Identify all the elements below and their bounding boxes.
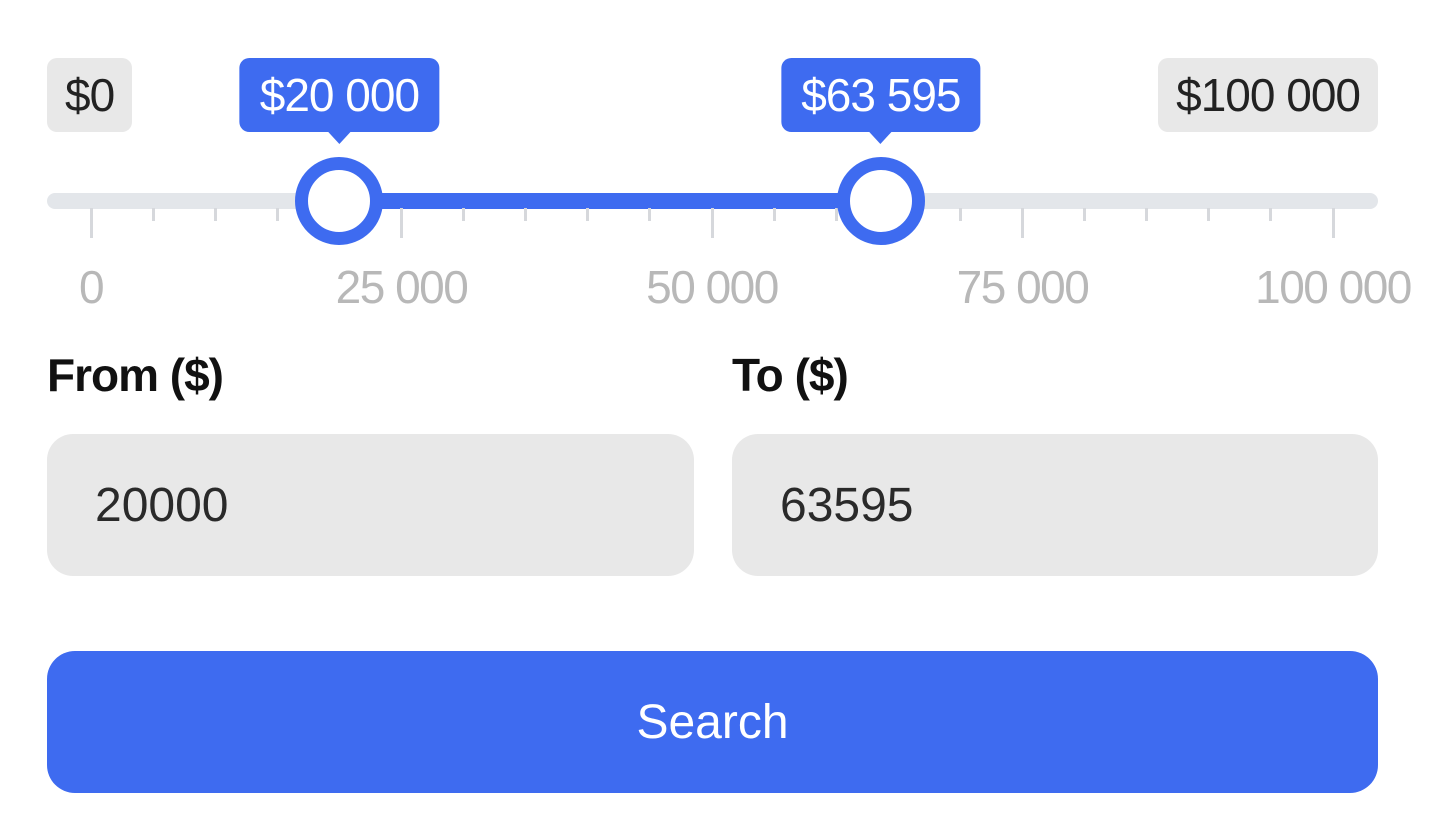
minor-tick <box>1207 208 1211 221</box>
minor-tick <box>772 208 776 221</box>
price-range-filter: $0 $100 000 $20 000 $63 595 0 25 000 50 … <box>0 0 1436 832</box>
minor-tick <box>958 208 962 221</box>
minor-tick <box>1269 208 1273 221</box>
to-field-label: To ($) <box>732 349 849 401</box>
tick-label: 25 000 <box>335 261 469 313</box>
minor-tick <box>1083 208 1087 221</box>
minor-tick <box>213 208 217 221</box>
minor-tick <box>586 208 590 221</box>
minor-tick <box>524 208 528 221</box>
major-tick <box>1331 208 1335 238</box>
tick-label: 0 <box>78 261 105 313</box>
major-tick <box>1021 208 1024 238</box>
minor-tick <box>275 208 279 221</box>
tick-label: 100 000 <box>1255 261 1412 313</box>
minor-tick <box>648 208 652 221</box>
tick-label: 75 000 <box>956 261 1090 313</box>
range-min-label: $0 <box>47 58 133 132</box>
search-button[interactable]: Search <box>47 651 1378 793</box>
range-max-label: $100 000 <box>1158 58 1378 132</box>
slider-selected-range <box>339 193 881 209</box>
major-tick <box>710 208 714 238</box>
major-tick <box>89 208 93 238</box>
slider-low-handle[interactable] <box>295 157 384 245</box>
major-tick <box>400 208 403 238</box>
low-value-bubble: $20 000 <box>239 58 440 144</box>
tick-label: 50 000 <box>646 261 779 313</box>
high-value-bubble: $63 595 <box>781 58 981 144</box>
slider-high-handle[interactable] <box>836 157 925 245</box>
from-price-input[interactable] <box>47 434 694 576</box>
minor-tick <box>1145 208 1149 221</box>
from-field-label: From ($) <box>47 349 224 401</box>
minor-tick <box>462 208 466 221</box>
to-price-input[interactable] <box>732 434 1378 576</box>
minor-tick <box>151 208 155 221</box>
